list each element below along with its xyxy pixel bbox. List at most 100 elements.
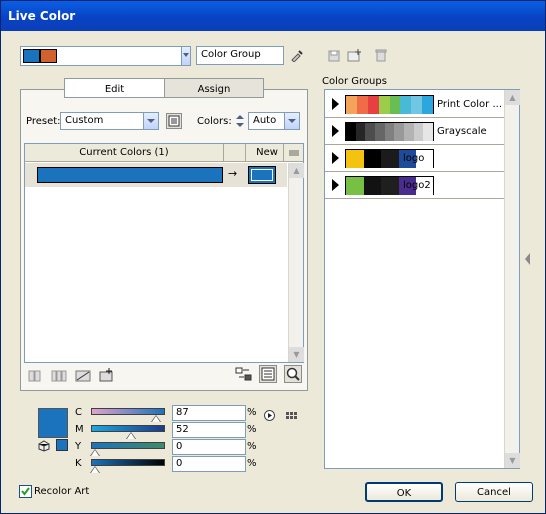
save-icon[interactable]: [328, 50, 340, 62]
swatch-grid-icon[interactable]: [285, 410, 301, 422]
color-table: Current Colors (1) New → ▲ ▼: [24, 143, 304, 363]
tab-assign[interactable]: Assign: [164, 78, 264, 98]
group-color-chip: [389, 96, 401, 114]
group-color-chip: [381, 177, 399, 195]
merge-colors-icon[interactable]: [28, 370, 42, 382]
channel-label: C: [75, 407, 82, 418]
channel-value-input[interactable]: 0: [172, 439, 246, 455]
title-bar: Live Color: [1, 1, 545, 31]
active-group-swatch[interactable]: [20, 46, 182, 66]
unit-label: %: [247, 458, 257, 469]
tab-edit[interactable]: Edit: [64, 78, 165, 98]
groups-scrollbar[interactable]: ▲ ▼: [504, 90, 520, 468]
scroll-up-icon[interactable]: ▲: [505, 90, 520, 105]
scroll-up-icon[interactable]: ▲: [289, 163, 304, 178]
arrow-right-icon: →: [228, 167, 238, 180]
expand-triangle-icon[interactable]: [332, 152, 339, 164]
channel-slider[interactable]: [91, 425, 165, 432]
slider-thumb-fill: [127, 433, 135, 439]
new-header[interactable]: New: [251, 147, 283, 158]
group-color-chip: [411, 96, 423, 114]
group-color-chip: [346, 177, 364, 195]
expand-triangle-icon[interactable]: [332, 179, 339, 191]
color-reduction-options-icon[interactable]: [166, 113, 182, 129]
collapse-panel-icon[interactable]: [523, 249, 533, 269]
exclude-colors-icon[interactable]: [75, 370, 91, 382]
separate-colors-icon[interactable]: [51, 370, 67, 382]
group-name-input[interactable]: Color Group: [196, 46, 284, 65]
cancel-label: Cancel: [477, 487, 511, 498]
group-color-chip: [367, 96, 379, 114]
table-scrollbar[interactable]: ▲ ▼: [288, 163, 304, 362]
preset-select[interactable]: Custom: [60, 112, 148, 130]
channel-value-input[interactable]: 52: [172, 422, 246, 438]
channel-slider[interactable]: [91, 442, 165, 449]
group-dropdown-button[interactable]: [181, 46, 191, 66]
group-color-chip: [381, 150, 399, 168]
play-icon[interactable]: [264, 410, 275, 421]
randomize-order-icon[interactable]: [235, 366, 253, 382]
find-icon[interactable]: [284, 365, 302, 383]
swatch-color-2: [40, 49, 57, 63]
group-swatch-strip[interactable]: [345, 95, 434, 114]
recolor-art-label[interactable]: Recolor Art: [34, 486, 89, 497]
ok-button[interactable]: OK: [365, 482, 443, 502]
channel-label: K: [75, 458, 82, 469]
channel-value-input[interactable]: 87: [172, 405, 246, 421]
cancel-button[interactable]: Cancel: [455, 482, 533, 502]
colors-select[interactable]: Auto: [248, 112, 286, 130]
color-preview: [38, 408, 68, 438]
channel-label: M: [75, 424, 84, 435]
group-swatch-strip[interactable]: [345, 122, 434, 141]
new-color-swatch[interactable]: [248, 166, 276, 184]
randomize-saturation-icon[interactable]: [259, 365, 277, 383]
color-group-row[interactable]: Print Color ...: [325, 91, 504, 118]
recolor-art-checkbox[interactable]: [19, 485, 32, 498]
channel-slider[interactable]: [91, 459, 165, 466]
group-color-chip: [346, 150, 364, 168]
scroll-down-icon[interactable]: ▼: [289, 347, 304, 362]
window-title: Live Color: [8, 9, 76, 23]
unit-label: %: [247, 407, 257, 418]
color-groups-label: Color Groups: [322, 76, 387, 87]
current-color-swatch[interactable]: [37, 167, 223, 183]
chevron-down-icon: [147, 119, 155, 123]
channel-slider[interactable]: [91, 408, 165, 415]
group-color-chip: [422, 96, 434, 114]
colors-dropdown-button[interactable]: [284, 112, 300, 130]
group-color-chip: [378, 96, 390, 114]
header-divider: [283, 144, 284, 162]
color-group-row[interactable]: logo2: [325, 172, 504, 199]
new-color-inner: [251, 169, 273, 181]
new-group-icon[interactable]: [347, 48, 363, 62]
ok-label: OK: [396, 488, 412, 499]
scroll-down-icon[interactable]: ▼: [505, 453, 520, 468]
eyedropper-icon[interactable]: [290, 48, 304, 63]
group-color-chip: [413, 123, 424, 141]
channel-label: Y: [75, 441, 82, 452]
new-row-icon[interactable]: [99, 367, 115, 382]
colors-stepper-icon[interactable]: [233, 113, 247, 129]
color-table-header: Current Colors (1) New: [25, 144, 303, 162]
group-color-chip: [356, 96, 368, 114]
group-color-chip: [400, 96, 412, 114]
3d-cube-icon[interactable]: [38, 440, 50, 452]
preset-label: Preset:: [26, 116, 61, 127]
tab-edit-label: Edit: [104, 84, 125, 95]
current-colors-header[interactable]: Current Colors (1): [25, 147, 223, 158]
channel-value-input[interactable]: 0: [172, 456, 246, 472]
color-groups-list: Print Color ... Grayscale logo logo2 ▲ ▼: [324, 89, 520, 469]
group-color-chip: [346, 96, 357, 114]
table-row[interactable]: →: [25, 163, 287, 187]
color-group-row[interactable]: Grayscale: [325, 118, 504, 145]
expand-triangle-icon[interactable]: [332, 98, 339, 110]
group-color-chip: [394, 123, 405, 141]
current-color-mini[interactable]: [56, 439, 68, 451]
color-group-row[interactable]: logo: [325, 145, 504, 172]
group-color-chip: [384, 123, 395, 141]
preset-dropdown-button[interactable]: [143, 112, 159, 130]
colors-label: Colors:: [197, 116, 232, 127]
delete-icon[interactable]: [375, 49, 387, 62]
expand-triangle-icon[interactable]: [332, 125, 339, 137]
column-options-icon[interactable]: [287, 148, 301, 158]
